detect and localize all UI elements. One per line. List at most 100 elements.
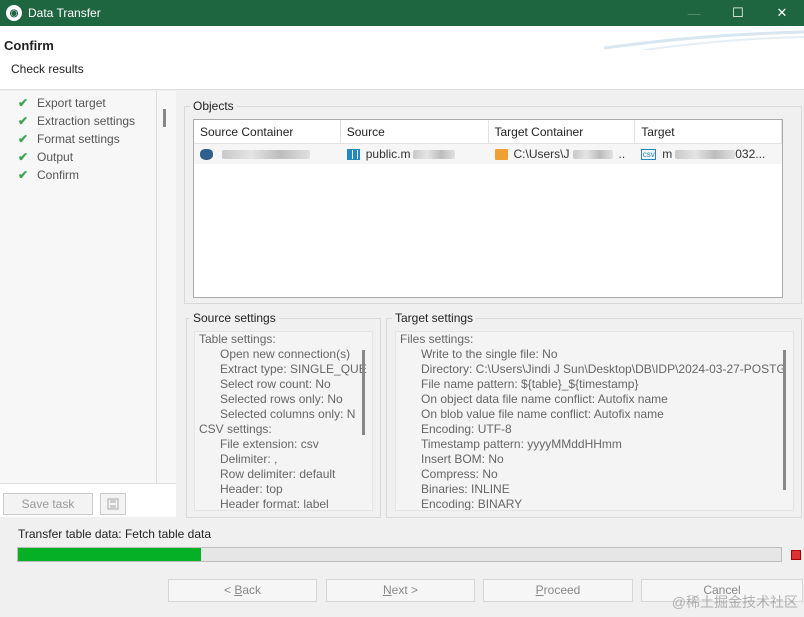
settings-line: Encoding: UTF-8 <box>421 422 512 436</box>
next-mnemonic: N <box>382 583 392 597</box>
settings-line: Selected columns only: N <box>220 407 356 421</box>
nav-item-export-target[interactable]: ✔ Export target <box>0 94 156 112</box>
target-settings-scrollbar[interactable] <box>783 350 786 490</box>
progress-bar <box>17 547 782 562</box>
settings-line: Extract type: SINGLE_QUE <box>220 362 367 376</box>
window-title: Data Transfer <box>28 6 101 20</box>
settings-line: File extension: csv <box>220 437 319 451</box>
source-settings-text[interactable]: Table settings: Open new connection(s) Ext… <box>194 331 373 511</box>
nav-item-label: Output <box>37 150 74 164</box>
target-container-path: C:\Users\J <box>513 147 570 161</box>
save-icon <box>107 498 119 510</box>
settings-line: Header: top <box>220 482 283 496</box>
settings-line: Delimiter: , <box>220 452 278 466</box>
settings-section-heading: CSV settings: <box>199 422 272 436</box>
page-title: Confirm <box>4 38 54 53</box>
save-task-button[interactable]: Save task <box>3 493 93 515</box>
nav-item-output[interactable]: ✔ Output <box>0 148 156 166</box>
settings-line: File name pattern: ${table}_${timestamp} <box>421 377 639 391</box>
settings-section-heading: Table settings: <box>199 332 276 346</box>
wizard-steps-list: ✔ Export target ✔ Extraction settings ✔ … <box>0 91 157 483</box>
settings-line: Open new connection(s) <box>220 347 351 361</box>
check-icon: ✔ <box>18 168 29 182</box>
target-settings-text[interactable]: Files settings: Write to the single file:… <box>395 331 794 511</box>
title-bar: ◉ Data Transfer — ☐ ✕ <box>0 0 804 26</box>
target-container-ellipsis: .. <box>618 147 626 161</box>
redacted-text <box>675 149 736 159</box>
next-button[interactable]: Next > <box>326 579 475 602</box>
watermark: @稀土掘金技术社区 <box>671 594 798 610</box>
target-cell: csv m 032... <box>635 144 782 164</box>
proceed-label: roceed <box>543 583 581 597</box>
nav-item-confirm[interactable]: ✔ Confirm <box>0 166 156 184</box>
settings-line: Compress: No <box>421 467 498 481</box>
header-decoration <box>604 30 804 50</box>
table-row[interactable]: public.m C:\Users\J .. csv m 032... <box>194 144 782 164</box>
stop-button[interactable] <box>791 550 801 560</box>
settings-line: On blob value file name conflict: Autofi… <box>421 407 664 421</box>
target-name-prefix: m <box>662 147 673 161</box>
settings-line: Write to the single file: No <box>421 347 558 361</box>
nav-item-label: Extraction settings <box>37 114 136 128</box>
close-icon[interactable]: ✕ <box>760 0 804 26</box>
postgresql-icon <box>200 148 213 160</box>
column-header-target[interactable]: Target <box>635 120 782 143</box>
page-subtitle: Check results <box>11 62 84 76</box>
source-name: public.m <box>365 147 411 161</box>
objects-table: Source Container Source Target Container… <box>193 119 783 298</box>
check-icon: ✔ <box>18 96 29 110</box>
nav-item-extraction-settings[interactable]: ✔ Extraction settings <box>0 112 156 130</box>
check-icon: ✔ <box>18 114 29 128</box>
progress-fill <box>18 548 202 561</box>
nav-item-label: Export target <box>37 96 106 110</box>
back-button[interactable]: < Back <box>168 579 317 602</box>
nav-scrollbar[interactable] <box>163 109 166 127</box>
check-icon: ✔ <box>18 132 29 146</box>
maximize-icon[interactable]: ☐ <box>716 0 760 26</box>
settings-line: Encoding: BINARY <box>421 497 523 511</box>
wizard-steps-panel: ✔ Export target ✔ Extraction settings ✔ … <box>0 91 176 517</box>
redacted-text <box>222 149 310 159</box>
minimize-icon[interactable]: — <box>672 0 716 26</box>
nav-item-label: Format settings <box>37 132 120 146</box>
settings-line: Row delimiter: default <box>220 467 336 481</box>
table-header: Source Container Source Target Container… <box>194 120 782 144</box>
wizard-header: Confirm Check results <box>0 26 804 90</box>
column-header-source-container[interactable]: Source Container <box>194 120 341 143</box>
target-container-cell: C:\Users\J .. <box>489 144 636 164</box>
table-icon <box>346 148 360 160</box>
target-name-suffix: 032... <box>735 147 766 161</box>
proceed-mnemonic: P <box>535 583 544 597</box>
objects-group-label: Objects <box>190 99 237 113</box>
nav-item-format-settings[interactable]: ✔ Format settings <box>0 130 156 148</box>
nav-item-label: Confirm <box>37 168 80 182</box>
csv-file-icon: csv <box>641 148 657 160</box>
settings-line: Insert BOM: No <box>421 452 504 466</box>
source-settings-scrollbar[interactable] <box>362 350 365 435</box>
check-icon: ✔ <box>18 150 29 164</box>
redacted-text <box>413 149 456 159</box>
settings-line: Directory: C:\Users\Jindi J Sun\Desktop\… <box>421 362 786 376</box>
app-logo-icon: ◉ <box>6 5 22 21</box>
source-cell: public.m <box>341 144 489 164</box>
proceed-button[interactable]: Proceed <box>483 579 633 602</box>
settings-line: Header format: label <box>220 497 329 511</box>
settings-section-heading: Files settings: <box>400 332 474 346</box>
target-settings-label: Target settings <box>392 311 477 325</box>
settings-line: Select row count: No <box>220 377 331 391</box>
progress-status: Transfer table data: Fetch table data <box>18 527 212 541</box>
save-task-options-button[interactable] <box>100 493 126 515</box>
back-prefix: < <box>223 583 235 597</box>
settings-line: Selected rows only: No <box>220 392 343 406</box>
source-settings-label: Source settings <box>190 311 279 325</box>
column-header-source[interactable]: Source <box>341 120 489 143</box>
folder-icon <box>494 148 508 160</box>
back-label: ack <box>242 583 262 597</box>
redacted-text <box>572 149 613 159</box>
settings-line: On object data file name conflict: Autof… <box>421 392 668 406</box>
column-header-target-container[interactable]: Target Container <box>489 120 636 143</box>
source-container-cell <box>194 144 341 164</box>
next-label: ext > <box>391 583 419 597</box>
settings-line: Timestamp pattern: yyyyMMddHHmm <box>421 437 622 451</box>
settings-line: Binaries: INLINE <box>421 482 510 496</box>
